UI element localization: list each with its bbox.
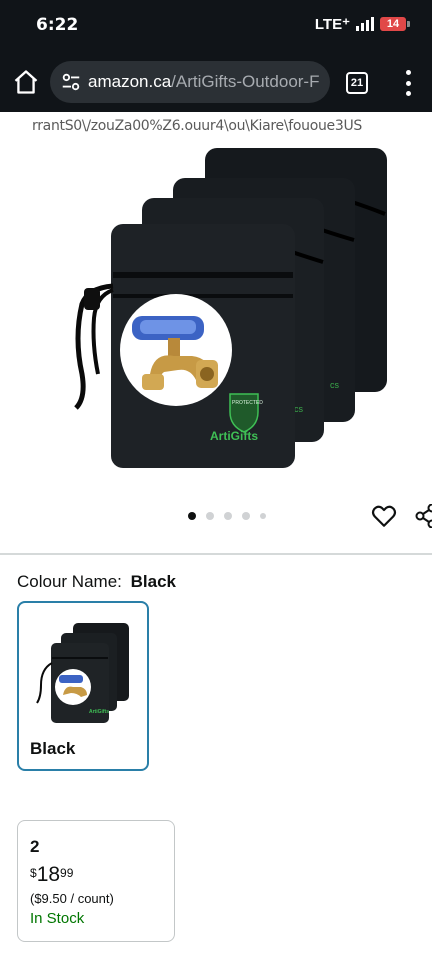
status-indicators: LTE⁺ 14 [314,15,410,33]
product-image[interactable]: cs cs PROTECTED ArtiGifts [0,112,432,492]
colour-name-row: Colour Name: Black [17,572,176,592]
tab-switcher-button[interactable]: 21 [346,72,368,94]
swatch-brand-text: ArtiGifts [89,709,109,715]
carousel-dot[interactable] [242,512,250,520]
colour-swatch-black[interactable]: ArtiGifts Black [17,601,149,771]
price: $ 18 99 [30,863,73,887]
colour-value: Black [130,572,176,591]
price-fraction: 99 [60,866,74,880]
svg-text:cs: cs [294,404,304,414]
svg-text:cs: cs [330,380,340,390]
price-symbol: $ [30,866,37,880]
carousel-dot[interactable] [224,512,232,520]
image-carousel-dots[interactable] [188,512,266,520]
carousel-dot[interactable] [206,512,214,520]
battery-icon: 14 [380,17,410,31]
quantity-value: 2 [30,837,40,856]
colour-label: Colour Name: [17,572,122,591]
quantity-option-card[interactable]: 2 $ 18 99 ($9.50 / count) In Stock [17,820,175,942]
more-menu-icon[interactable] [398,70,418,96]
browser-toolbar: amazon.ca/ArtiGifts-Outdoor-F 21 [0,52,432,112]
unit-price: ($9.50 / count) [30,891,114,906]
site-settings-icon[interactable] [60,71,82,93]
carousel-dot[interactable] [188,512,196,520]
share-icon[interactable] [414,504,432,528]
address-bar[interactable]: amazon.ca/ArtiGifts-Outdoor-F [50,61,330,103]
badge-text: PROTECTED [232,400,263,406]
carousel-dot[interactable] [260,513,266,519]
home-icon[interactable] [12,68,40,96]
signal-icon [356,17,374,31]
price-whole: 18 [36,863,61,886]
network-type: LTE⁺ [314,16,350,33]
bag-front: PROTECTED ArtiGifts [74,224,295,468]
status-bar: 6:22 LTE⁺ 14 [0,0,432,52]
section-divider [0,553,432,555]
swatch-label: Black [30,739,76,758]
url-domain: amazon.ca [88,72,172,91]
status-time: 6:22 [36,15,79,35]
brand-text: ArtiGifts [210,429,258,443]
swatch-thumbnail: ArtiGifts [36,623,129,723]
heart-icon[interactable] [371,504,397,528]
stock-status: In Stock [30,910,85,927]
url-path: /ArtiGifts-Outdoor-F [171,72,320,91]
url-text[interactable]: amazon.ca/ArtiGifts-Outdoor-F [88,72,328,92]
